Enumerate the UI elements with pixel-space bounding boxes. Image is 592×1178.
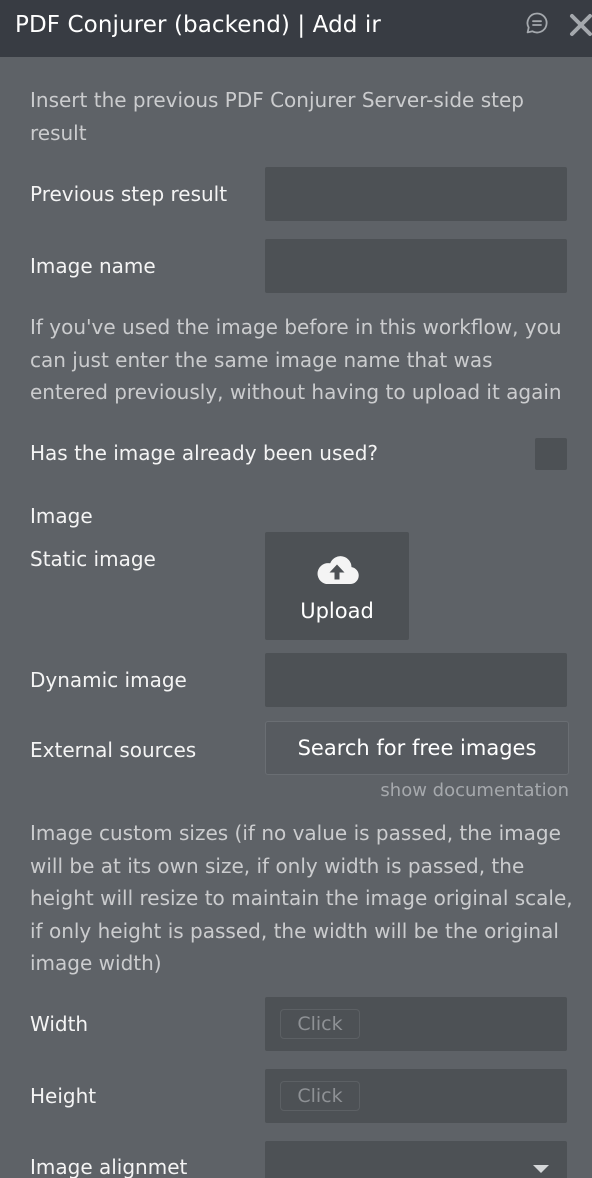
chat-bubble-icon[interactable]: [525, 11, 549, 35]
search-free-images-button[interactable]: Search for free images: [265, 721, 569, 775]
chevron-down-icon: [533, 1165, 549, 1173]
image-name-field[interactable]: [265, 239, 567, 293]
height-field[interactable]: Click: [265, 1069, 567, 1123]
custom-sizes-description: Image custom sizes (if no value is passe…: [30, 821, 573, 975]
property-editor-panel: PDF Conjurer (backend) | Add ir Insert t…: [0, 0, 592, 1178]
height-click-placeholder[interactable]: Click: [280, 1081, 360, 1111]
cloud-upload-icon: [317, 556, 359, 585]
height-label: Height: [30, 1084, 97, 1108]
external-sources-label: External sources: [30, 738, 197, 762]
previous-step-result-label: Previous step result: [30, 182, 228, 206]
image-name-label: Image name: [30, 254, 156, 278]
already-used-checkbox[interactable]: [535, 438, 567, 470]
width-field[interactable]: Click: [265, 997, 567, 1051]
image-section-label: Image: [30, 504, 93, 528]
upload-button[interactable]: Upload: [265, 532, 409, 640]
close-icon[interactable]: [569, 13, 592, 37]
image-alignment-dropdown[interactable]: [265, 1141, 567, 1178]
previous-step-result-field[interactable]: [265, 167, 567, 221]
image-reuse-description: If you've used the image before in this …: [30, 315, 562, 404]
upload-label: Upload: [300, 599, 374, 623]
title-bar: PDF Conjurer (backend) | Add ir: [0, 0, 592, 57]
title-fade: [392, 0, 512, 57]
dynamic-image-label: Dynamic image: [30, 668, 187, 692]
width-label: Width: [30, 1012, 89, 1036]
already-used-label: Has the image already been used?: [30, 441, 378, 465]
panel-title: PDF Conjurer (backend) | Add ir: [15, 12, 381, 38]
width-click-placeholder[interactable]: Click: [280, 1009, 360, 1039]
intro-description: Insert the previous PDF Conjurer Server-…: [30, 88, 524, 145]
dynamic-image-field[interactable]: [265, 653, 567, 707]
image-alignment-label: Image alignmet: [30, 1155, 188, 1178]
show-documentation-link[interactable]: show documentation: [380, 779, 569, 803]
static-image-label: Static image: [30, 547, 156, 571]
